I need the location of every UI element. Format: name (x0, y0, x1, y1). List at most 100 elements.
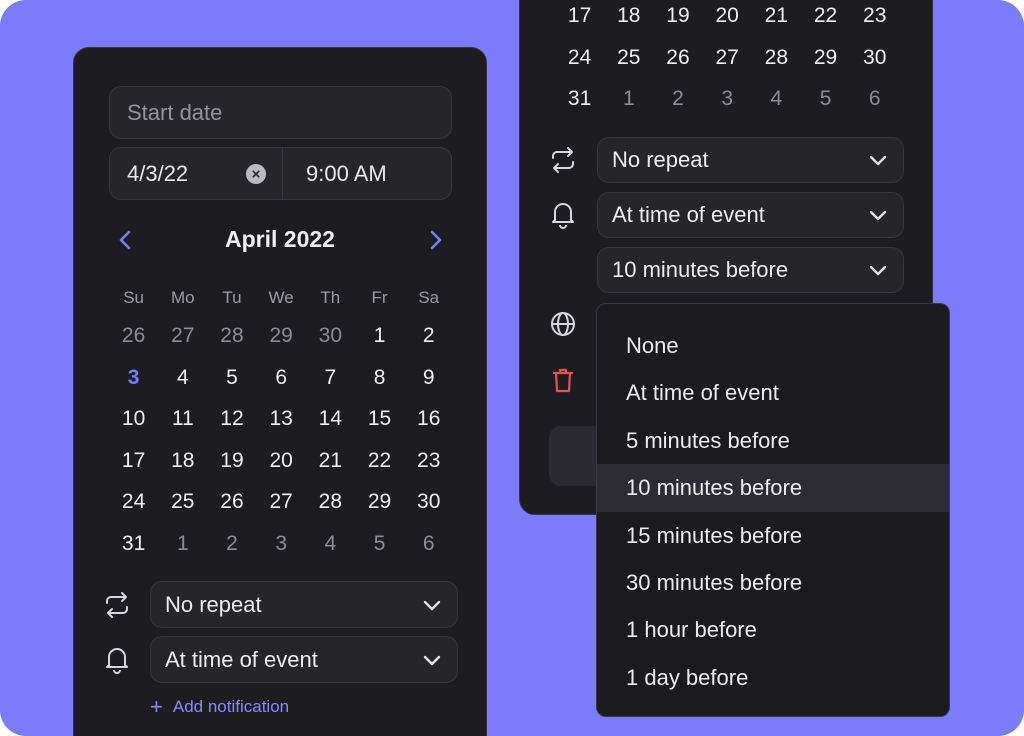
calendar-day[interactable]: 26 (653, 37, 702, 79)
calendar-day[interactable]: 31 (109, 523, 158, 565)
calendar-day[interactable]: 25 (158, 481, 207, 523)
trash-icon[interactable] (548, 365, 578, 395)
notification-select[interactable]: At time of event (597, 192, 904, 238)
calendar-day[interactable]: 29 (801, 37, 850, 79)
clear-icon[interactable]: × (246, 164, 266, 184)
repeat-value: No repeat (165, 591, 262, 617)
repeat-select[interactable]: No repeat (150, 581, 458, 628)
calendar-day[interactable]: 23 (404, 440, 453, 482)
calendar-day[interactable]: 5 (801, 78, 850, 120)
time-input[interactable]: 9:00 AM (306, 161, 387, 187)
calendar-day[interactable]: 3 (257, 523, 306, 565)
calendar-day[interactable]: 15 (355, 398, 404, 440)
calendar-day[interactable]: 26 (109, 315, 158, 357)
calendar-day[interactable]: 30 (404, 481, 453, 523)
calendar-day[interactable]: 28 (207, 315, 256, 357)
calendar-day[interactable]: 27 (158, 315, 207, 357)
dropdown-option[interactable]: None (597, 322, 949, 369)
calendar-day[interactable]: 19 (207, 440, 256, 482)
calendar-grid: 17 18 19 20 21 22 23 24 25 26 27 28 29 30 31 1 2 3 4 5 6 (555, 0, 899, 120)
calendar-day[interactable]: 23 (850, 0, 899, 37)
dropdown-option[interactable]: 1 hour before (597, 606, 949, 653)
calendar-day[interactable]: 2 (404, 315, 453, 357)
calendar-day[interactable]: 4 (158, 357, 207, 399)
bell-icon (552, 203, 574, 229)
calendar-day[interactable]: 1 (355, 315, 404, 357)
calendar-day[interactable]: 4 (752, 78, 801, 120)
repeat-value: No repeat (612, 147, 709, 172)
calendar-day[interactable]: 18 (604, 0, 653, 37)
calendar-day[interactable]: 6 (850, 78, 899, 120)
repeat-icon (552, 147, 574, 173)
calendar-day[interactable]: 28 (752, 37, 801, 79)
calendar-day[interactable]: 22 (801, 0, 850, 37)
calendar-day[interactable]: 8 (355, 357, 404, 399)
notification-dropdown-menu: None At time of event 5 minutes before 10 m… (596, 303, 950, 717)
calendar-day[interactable]: 2 (653, 78, 702, 120)
calendar-day[interactable]: 29 (355, 481, 404, 523)
calendar-day[interactable]: 14 (306, 398, 355, 440)
dropdown-option[interactable]: 10 minutes before (597, 464, 949, 512)
calendar-day[interactable]: 2 (207, 523, 256, 565)
calendar-day[interactable]: 7 (306, 357, 355, 399)
chevron-right-icon[interactable] (424, 229, 446, 251)
calendar-day[interactable]: 10 (109, 398, 158, 440)
second-notification-select[interactable]: 10 minutes before (597, 247, 904, 293)
calendar-day[interactable]: 6 (404, 523, 453, 565)
calendar-day[interactable]: 17 (555, 0, 604, 37)
chevron-down-icon (869, 265, 887, 276)
calendar-day[interactable]: 1 (158, 523, 207, 565)
calendar-day[interactable]: 20 (703, 0, 752, 37)
weekday-label: Th (320, 288, 341, 307)
calendar-day[interactable]: 19 (653, 0, 702, 37)
calendar-day[interactable]: 20 (257, 440, 306, 482)
calendar-day[interactable]: 13 (257, 398, 306, 440)
calendar-day[interactable]: 5 (355, 523, 404, 565)
calendar-day[interactable]: 16 (404, 398, 453, 440)
calendar-day[interactable]: 25 (604, 37, 653, 79)
date-input[interactable]: 4/3/22 (127, 161, 188, 187)
calendar-day[interactable]: 30 (850, 37, 899, 79)
calendar-day[interactable]: 21 (752, 0, 801, 37)
dropdown-option[interactable]: 5 minutes before (597, 417, 949, 464)
calendar-day[interactable]: 12 (207, 398, 256, 440)
calendar-day[interactable]: 3 (703, 78, 752, 120)
dropdown-option[interactable]: 1 day before (597, 654, 949, 701)
notification-value: At time of event (612, 202, 765, 227)
calendar-day[interactable]: 27 (257, 481, 306, 523)
weekday-label: Su (123, 288, 144, 307)
start-date-input[interactable]: Start date (109, 86, 452, 139)
calendar-day-selected[interactable]: 3 (109, 357, 158, 399)
weekday-label: Fr (371, 288, 388, 307)
calendar-day[interactable]: 5 (207, 357, 256, 399)
dropdown-option[interactable]: 15 minutes before (597, 512, 949, 559)
repeat-icon (106, 592, 128, 618)
add-notification-button[interactable]: + Add notification (150, 696, 289, 718)
globe-icon[interactable] (548, 309, 578, 339)
calendar-day[interactable]: 6 (257, 357, 306, 399)
calendar-day[interactable]: 9 (404, 357, 453, 399)
calendar-day[interactable]: 28 (306, 481, 355, 523)
calendar-day[interactable]: 18 (158, 440, 207, 482)
calendar-day[interactable]: 17 (109, 440, 158, 482)
dropdown-option[interactable]: 30 minutes before (597, 559, 949, 606)
calendar-day[interactable]: 24 (555, 37, 604, 79)
calendar-day[interactable]: 27 (703, 37, 752, 79)
calendar-day[interactable]: 22 (355, 440, 404, 482)
divider (282, 148, 283, 199)
second-notification-value: 10 minutes before (612, 257, 789, 282)
calendar-day[interactable]: 21 (306, 440, 355, 482)
weekday-label: Tu (222, 288, 242, 307)
calendar-day[interactable]: 26 (207, 481, 256, 523)
calendar-day[interactable]: 30 (306, 315, 355, 357)
calendar-day[interactable]: 11 (158, 398, 207, 440)
chevron-down-icon (869, 210, 887, 221)
dropdown-option[interactable]: At time of event (597, 369, 949, 416)
calendar-day[interactable]: 4 (306, 523, 355, 565)
calendar-day[interactable]: 31 (555, 78, 604, 120)
notification-select[interactable]: At time of event (150, 636, 458, 683)
calendar-day[interactable]: 1 (604, 78, 653, 120)
calendar-day[interactable]: 29 (257, 315, 306, 357)
repeat-select[interactable]: No repeat (597, 137, 904, 183)
calendar-day[interactable]: 24 (109, 481, 158, 523)
